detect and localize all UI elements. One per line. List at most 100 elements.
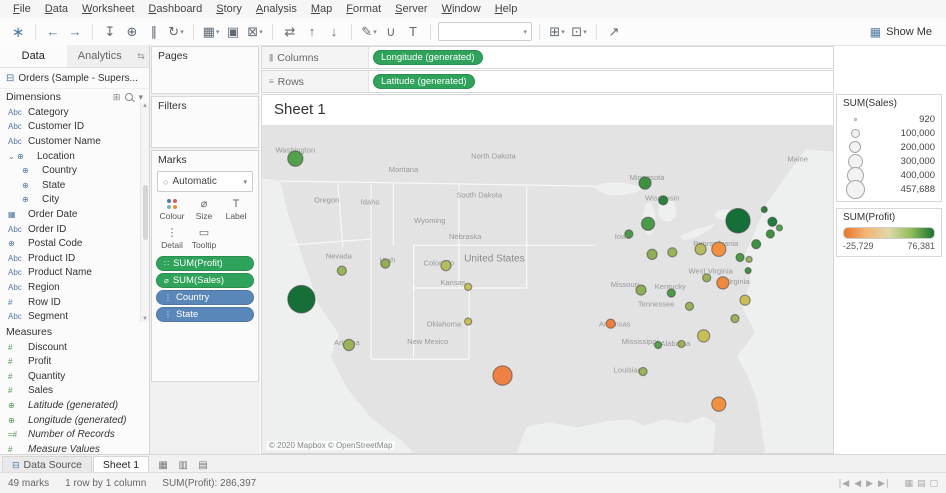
map-mark[interactable] [668, 248, 677, 257]
map-view[interactable]: WashingtonMontanaNorth DakotaMinnesotaOr… [262, 125, 833, 453]
map-mark[interactable] [639, 367, 647, 375]
save-icon[interactable]: ↧ [100, 22, 120, 42]
map-mark[interactable] [441, 260, 451, 270]
group-members-icon[interactable]: ∪ [381, 22, 401, 42]
sort-ascending-icon[interactable]: ↑ [302, 22, 322, 42]
rows-pill-latitude-generated[interactable]: Latitude (generated) [373, 74, 475, 89]
field-profit[interactable]: #Profit [0, 355, 149, 370]
field-customer-name[interactable]: AbcCustomer Name [0, 134, 149, 149]
colour-button[interactable]: Colour [156, 196, 188, 223]
map-canvas[interactable]: WashingtonMontanaNorth DakotaMinnesotaOr… [262, 125, 833, 453]
add-datasource-icon[interactable]: ⊕ [122, 22, 142, 42]
map-mark[interactable] [731, 314, 739, 322]
scroll-up-icon[interactable]: ▲ [142, 103, 148, 109]
mark-type-dropdown[interactable]: ○ Automatic ▾ [157, 171, 253, 192]
map-mark[interactable] [465, 318, 472, 325]
presentation-mode-icon[interactable]: ▢ [929, 478, 938, 489]
scrollbar-thumb[interactable] [143, 185, 148, 240]
duplicate-sheet-icon[interactable]: ▣ [223, 22, 243, 42]
fields-scrollbar[interactable]: ▲ ▼ [140, 103, 149, 322]
field-location[interactable]: ⌄⊕Location [0, 149, 149, 164]
tab-data-source[interactable]: ⊟ Data Source [2, 456, 92, 473]
map-mark[interactable] [659, 196, 668, 205]
map-mark[interactable] [337, 266, 346, 275]
tab-analytics[interactable]: Analytics [67, 45, 134, 67]
map-mark[interactable] [641, 217, 654, 230]
size-legend-item[interactable]: 457,688 [843, 182, 935, 196]
tableau-logo[interactable]: ∗ [8, 22, 28, 42]
map-mark[interactable] [746, 256, 752, 262]
field-region[interactable]: AbcRegion [0, 280, 149, 295]
tab-data[interactable]: Data [0, 45, 67, 67]
menu-help[interactable]: Help [488, 1, 525, 17]
marks-pill-state[interactable]: ⋮State [156, 307, 254, 322]
sort-descending-icon[interactable]: ↓ [324, 22, 344, 42]
map-mark[interactable] [343, 339, 354, 350]
menu-story[interactable]: Story [209, 1, 249, 17]
field-segment[interactable]: AbcSegment [0, 309, 149, 324]
size-legend-item[interactable]: 200,000 [843, 140, 935, 154]
map-mark[interactable] [288, 285, 315, 313]
pane-collapse-icon[interactable]: ⇆ [133, 45, 149, 67]
map-mark[interactable] [667, 289, 675, 297]
last-page-icon[interactable]: ▶∣ [878, 478, 889, 489]
new-story-button[interactable]: ▤ [194, 458, 212, 472]
field-product-name[interactable]: AbcProduct Name [0, 266, 149, 281]
datasource-item[interactable]: ⊟ Orders (Sample - Supers... [0, 68, 149, 89]
size-legend-item[interactable]: 100,000 [843, 126, 935, 140]
map-mark[interactable] [761, 206, 767, 212]
menu-file[interactable]: File [6, 1, 38, 17]
field-state[interactable]: ⊕State [0, 178, 149, 193]
map-mark[interactable] [465, 283, 472, 290]
map-mark[interactable] [685, 302, 693, 310]
field-longitude-generated[interactable]: ⊕Longitude (generated) [0, 413, 149, 428]
map-mark[interactable] [717, 277, 729, 289]
menu-server[interactable]: Server [388, 1, 434, 17]
field-order-id[interactable]: AbcOrder ID [0, 222, 149, 237]
map-mark[interactable] [703, 274, 711, 282]
columns-pill-longitude-generated[interactable]: Longitude (generated) [373, 50, 483, 65]
field-quantity[interactable]: #Quantity [0, 369, 149, 384]
map-mark[interactable] [381, 259, 390, 268]
field-customer-id[interactable]: AbcCustomer ID [0, 120, 149, 135]
field-country[interactable]: ⊕Country [0, 163, 149, 178]
view-data-icon[interactable]: ⊞ [113, 92, 121, 103]
map-mark[interactable] [768, 217, 777, 226]
swap-axes-icon[interactable]: ⇄ [280, 22, 300, 42]
tooltip-button[interactable]: ▭Tooltip [188, 225, 220, 252]
map-mark[interactable] [745, 268, 751, 274]
rows-shelf[interactable]: Latitude (generated) [369, 71, 833, 92]
field-number-of-records[interactable]: =#Number of Records [0, 427, 149, 442]
field-measure-values[interactable]: #Measure Values [0, 442, 149, 454]
columns-shelf[interactable]: Longitude (generated) [369, 47, 833, 68]
map-mark[interactable] [698, 330, 710, 342]
size-legend-item[interactable]: 920 [843, 112, 935, 126]
view-size-combo[interactable]: ▾ [438, 22, 532, 41]
map-mark[interactable] [678, 340, 685, 347]
map-mark[interactable] [655, 341, 662, 348]
next-page-icon[interactable]: ▶ [866, 478, 873, 489]
filmstrip-view-icon[interactable]: ▤ [917, 478, 926, 489]
refresh-icon[interactable]: ↻▾ [166, 22, 186, 42]
pause-updates-icon[interactable]: ∥ [144, 22, 164, 42]
field-order-date[interactable]: ▦Order Date [0, 207, 149, 222]
show-mark-labels-icon[interactable]: T [403, 22, 423, 42]
field-city[interactable]: ⊕City [0, 193, 149, 208]
map-mark[interactable] [639, 177, 651, 189]
size-button[interactable]: ⌀Size [188, 196, 220, 223]
clear-sheet-icon[interactable]: ⊠▾ [245, 22, 265, 42]
share-icon[interactable]: ↗ [604, 22, 624, 42]
tab-sheet1[interactable]: Sheet 1 [93, 456, 149, 473]
totals-icon[interactable]: ⊞▾ [547, 22, 567, 42]
menu-dashboard[interactable]: Dashboard [141, 1, 209, 17]
menu-window[interactable]: Window [435, 1, 488, 17]
prev-page-icon[interactable]: ◀ [854, 478, 861, 489]
redo-icon[interactable]: → [65, 22, 85, 42]
map-mark[interactable] [752, 240, 761, 249]
new-worksheet-button[interactable]: ▦ [154, 458, 172, 472]
filters-shelf[interactable]: Filters [151, 96, 259, 148]
menu-analysis[interactable]: Analysis [249, 1, 304, 17]
menu-map[interactable]: Map [304, 1, 339, 17]
profit-gradient[interactable] [843, 227, 935, 239]
field-product-id[interactable]: AbcProduct ID [0, 251, 149, 266]
